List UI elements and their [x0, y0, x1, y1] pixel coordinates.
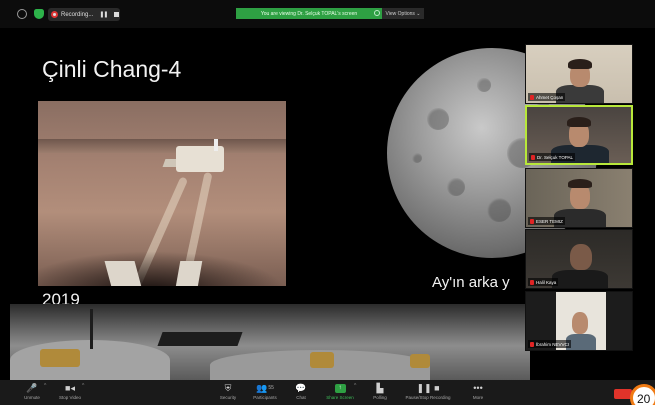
chat-bubble-icon: 💬 — [295, 382, 307, 393]
video-camera-icon: ■◂ — [65, 382, 75, 393]
chat-button[interactable]: 💬 Chat — [281, 382, 321, 401]
pause-recording-icon[interactable]: ❚❚ — [99, 11, 108, 18]
recording-indicator: Recording... ❚❚ — [48, 8, 120, 21]
bar-chart-icon: ▙ — [376, 382, 384, 393]
screen-share-banner: You are viewing Dr. Selçuk TOPAL's scree… — [236, 8, 382, 19]
recording-dot-icon — [51, 11, 58, 18]
participant-name: Ahmet Çoşan — [528, 93, 566, 101]
rover-photo — [38, 101, 286, 286]
notification-badge: 20 — [630, 384, 655, 405]
mic-muted-icon — [530, 341, 534, 347]
participants-button[interactable]: 👥 55 Participants — [245, 382, 285, 401]
participant-tile[interactable]: Halil Kaya — [525, 229, 633, 289]
participant-tile[interactable]: İbrahim NEVVCI — [525, 291, 633, 351]
mic-muted-icon — [531, 154, 535, 160]
participant-name: İbrahim NEVVCI — [528, 340, 572, 348]
stop-recording-icon[interactable] — [114, 12, 120, 17]
view-options-button[interactable]: View Options ⌄ — [382, 8, 424, 19]
audio-options-caret-icon[interactable]: ^ — [44, 383, 46, 389]
participant-tile[interactable]: ESER TEMIZ — [525, 168, 633, 228]
slide-caption: Ay'ın arka y — [432, 274, 510, 291]
polling-button[interactable]: ▙ Polling — [360, 382, 400, 401]
share-screen-icon: ↑ — [334, 383, 346, 393]
lunar-panorama-image — [10, 304, 530, 380]
shield-icon: ⛨ — [224, 382, 232, 393]
participants-icon: 👥 55 — [256, 382, 274, 393]
video-options-caret-icon[interactable]: ^ — [82, 383, 84, 389]
more-button[interactable]: ••• More — [458, 383, 498, 400]
info-icon[interactable] — [17, 9, 27, 19]
pause-stop-icon: ❚❚ ■ — [416, 382, 440, 393]
slide-title: Çinli Chang-4 — [42, 56, 182, 82]
participant-name: Halil Kaya — [528, 278, 559, 286]
meeting-top-bar: Recording... ❚❚ You are viewing Dr. Selç… — [0, 0, 655, 28]
pause-stop-recording-button[interactable]: ❚❚ ■ Pause/Stop Recording — [405, 382, 450, 401]
mic-muted-icon — [530, 94, 534, 100]
meeting-toolbar: 🎤 Unmute ^ ■◂ Stop Video ^ ⛨ Security 👥 5… — [0, 380, 655, 405]
security-button[interactable]: ⛨ Security — [208, 382, 248, 401]
encryption-shield-icon[interactable] — [34, 9, 44, 19]
participant-name: Dr. Selçuk TOPAL — [529, 153, 576, 161]
share-status-icon — [374, 10, 380, 16]
participant-tile[interactable]: Ahmet Çoşan — [525, 44, 633, 104]
participant-name: ESER TEMIZ — [528, 217, 565, 225]
mic-muted-icon — [530, 218, 534, 224]
recording-label: Recording... — [61, 11, 94, 18]
participant-tile-active-speaker[interactable]: Dr. Selçuk TOPAL — [525, 105, 633, 165]
ellipsis-icon: ••• — [473, 383, 483, 393]
mic-muted-icon — [530, 279, 534, 285]
microphone-muted-icon: 🎤 — [26, 382, 38, 393]
share-options-caret-icon[interactable]: ^ — [354, 383, 356, 389]
